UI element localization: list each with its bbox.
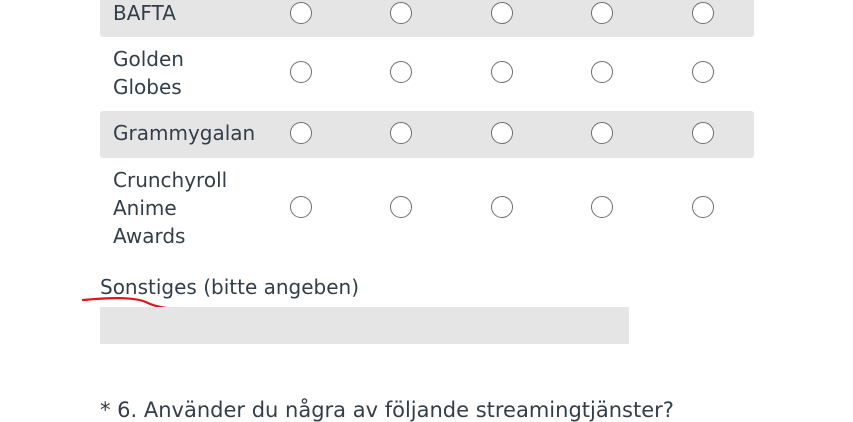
radio-golden-globes-col5[interactable] (692, 61, 714, 83)
radio-crunchyroll-col5[interactable] (692, 196, 714, 218)
matrix-row-bafta: BAFTA (100, 0, 754, 37)
radio-crunchyroll-col1[interactable] (290, 196, 312, 218)
radio-golden-globes-col1[interactable] (290, 61, 312, 83)
matrix-row-crunchyroll-anime-awards: Crunchyroll Anime Awards (100, 158, 754, 258)
radio-crunchyroll-col3[interactable] (491, 196, 513, 218)
matrix-row-grammygalan: Grammygalan (100, 111, 754, 158)
row-label-golden-globes-line1: Golden (113, 47, 184, 71)
radio-golden-globes-col4[interactable] (591, 61, 613, 83)
matrix-row-golden-globes: Golden Globes (100, 37, 754, 111)
row-label-crunchyroll-line1: Crunchyroll (113, 168, 228, 192)
row-label-bafta: BAFTA (113, 1, 176, 25)
radio-grammygalan-col5[interactable] (692, 122, 714, 144)
radio-crunchyroll-col2[interactable] (390, 196, 412, 218)
row-label-golden-globes-line2: Globes (113, 75, 182, 99)
radio-crunchyroll-col4[interactable] (591, 196, 613, 218)
radio-bafta-col2[interactable] (390, 2, 412, 24)
row-label-crunchyroll-line2: Anime (113, 196, 177, 220)
radio-bafta-col4[interactable] (591, 2, 613, 24)
other-specify-input[interactable] (100, 307, 629, 344)
radio-golden-globes-col3[interactable] (491, 61, 513, 83)
row-label-crunchyroll-line3: Awards (113, 224, 186, 248)
radio-grammygalan-col2[interactable] (390, 122, 412, 144)
radio-grammygalan-col4[interactable] (591, 122, 613, 144)
radio-golden-globes-col2[interactable] (390, 61, 412, 83)
radio-bafta-col5[interactable] (692, 2, 714, 24)
radio-bafta-col3[interactable] (491, 2, 513, 24)
radio-grammygalan-col3[interactable] (491, 122, 513, 144)
radio-grammygalan-col1[interactable] (290, 122, 312, 144)
next-question-title: * 6. Använder du några av följande strea… (100, 398, 674, 422)
other-specify-label: Sonstiges (bitte angeben) (100, 275, 360, 299)
row-label-grammygalan: Grammygalan (113, 121, 256, 145)
survey-page: BAFTA Golden Globes Grammygalan Crunchyr… (0, 0, 853, 422)
radio-bafta-col1[interactable] (290, 2, 312, 24)
